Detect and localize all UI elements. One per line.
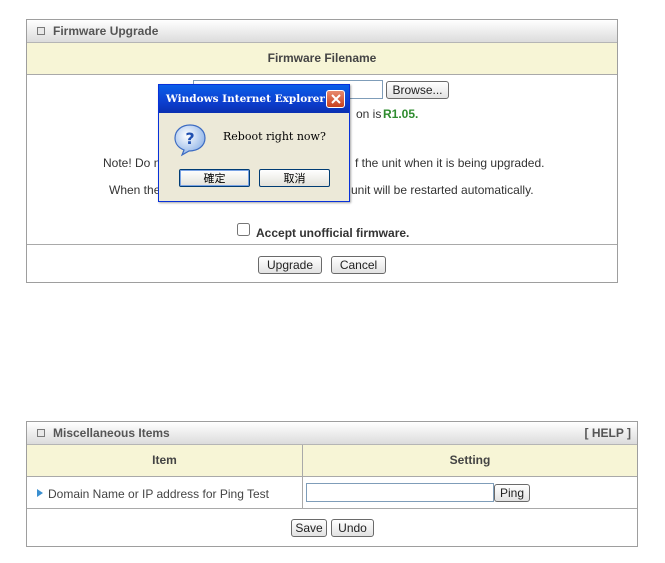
upgrade-button[interactable]: Upgrade xyxy=(258,256,322,274)
reboot-dialog: Windows Internet Explorer ? Reboot right… xyxy=(158,84,350,202)
dialog-close-button[interactable] xyxy=(326,90,345,108)
save-button[interactable]: Save xyxy=(291,519,327,537)
item-column-header: Item xyxy=(27,445,303,477)
question-icon: ? xyxy=(174,124,206,157)
help-link[interactable]: [ HELP ] xyxy=(585,422,631,444)
undo-button[interactable]: Undo xyxy=(331,519,374,537)
misc-items-panel: Miscellaneous Items [ HELP ] Item Settin… xyxy=(26,421,638,547)
ping-button[interactable]: Ping xyxy=(494,484,530,502)
restart-text-right: unit will be restarted automatically. xyxy=(351,183,534,197)
firmware-titlebar: Firmware Upgrade xyxy=(27,20,617,43)
restart-text-left: When the xyxy=(109,183,161,197)
setting-column-header: Setting xyxy=(303,445,637,477)
browse-button[interactable]: Browse... xyxy=(386,81,449,99)
ping-row: Domain Name or IP address for Ping Test … xyxy=(27,477,637,509)
panel-square-icon xyxy=(37,429,45,437)
panel-title: Miscellaneous Items xyxy=(53,426,170,440)
note-text-left: Note! Do n xyxy=(103,156,161,170)
version-fragment: on is xyxy=(356,107,382,121)
panel-square-icon xyxy=(37,27,45,35)
arrow-right-icon xyxy=(37,489,43,497)
accept-unofficial-label: Accept unofficial firmware. xyxy=(256,226,410,240)
dialog-title: Windows Internet Explorer xyxy=(159,85,349,113)
close-icon xyxy=(331,94,341,104)
dialog-cancel-button[interactable]: 取消 xyxy=(259,169,330,187)
dialog-ok-button[interactable]: 確定 xyxy=(179,169,250,187)
ping-address-input[interactable] xyxy=(306,483,494,502)
row-column-divider xyxy=(302,477,303,508)
note-text-right: f the unit when it is being upgraded. xyxy=(355,156,545,170)
firmware-filename-header: Firmware Filename xyxy=(27,43,617,75)
svg-text:?: ? xyxy=(185,129,194,148)
panel-title: Firmware Upgrade xyxy=(53,24,159,38)
dialog-message: Reboot right now? xyxy=(223,130,326,143)
misc-titlebar: Miscellaneous Items [ HELP ] xyxy=(27,422,637,445)
accept-unofficial-checkbox[interactable] xyxy=(237,223,250,236)
firmware-version: R1.05. xyxy=(383,107,419,121)
divider xyxy=(27,244,617,245)
ping-row-label: Domain Name or IP address for Ping Test xyxy=(48,487,269,501)
cancel-button[interactable]: Cancel xyxy=(331,256,386,274)
